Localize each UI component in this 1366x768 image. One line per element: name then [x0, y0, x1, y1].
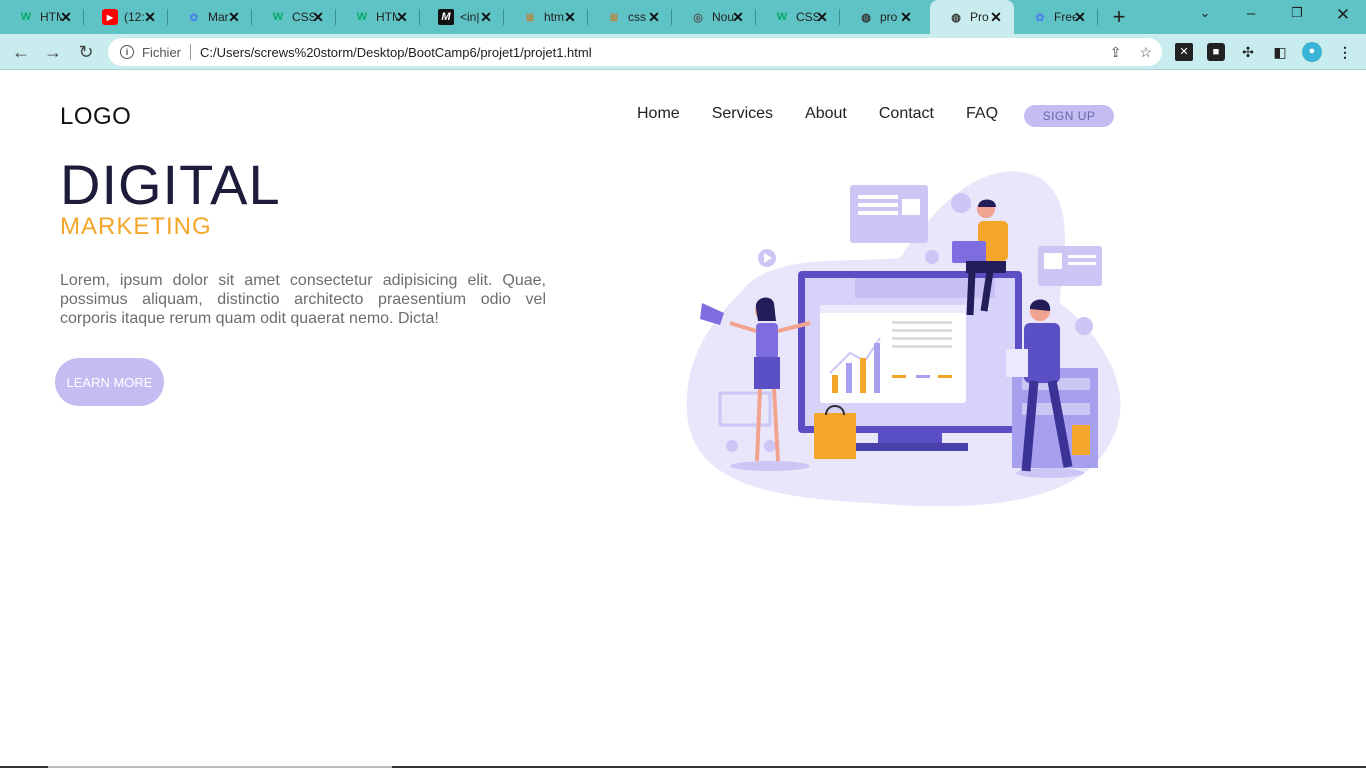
close-tab-icon[interactable]: ✕: [562, 9, 578, 25]
browser-tab[interactable]: M <in| ✕: [420, 0, 504, 34]
back-icon[interactable]: ←: [10, 41, 32, 63]
close-tab-icon[interactable]: ✕: [226, 9, 242, 25]
hero-paragraph: Lorem, ipsum dolor sit amet consectetur …: [60, 272, 546, 327]
browser-tab[interactable]: W CSS ✕: [756, 0, 840, 34]
close-tab-icon[interactable]: ✕: [988, 9, 1004, 25]
learn-more-button[interactable]: LEARN MORE: [55, 358, 164, 406]
web-page: LOGO Home Services About Contact FAQ SIG…: [0, 71, 1366, 768]
globe-blue-icon: ✿: [1035, 11, 1045, 24]
w3schools-icon: W: [272, 11, 284, 23]
puzzle-extensions-icon[interactable]: ✣: [1239, 43, 1257, 61]
tab-search-chevron-icon[interactable]: ⌄: [1193, 5, 1217, 21]
reload-icon[interactable]: ↻: [75, 41, 97, 63]
side-panel-icon[interactable]: ◧: [1271, 43, 1289, 61]
tab-strip: W HTM ✕ ▶ (12: ✕ ✿ Mar ✕ W CSS ✕ W HTM ✕…: [0, 0, 1366, 34]
close-tab-icon[interactable]: ✕: [478, 9, 494, 25]
browser-tab[interactable]: ≣ css ✕: [588, 0, 672, 34]
globe-icon: ◍: [951, 11, 961, 24]
hero-title: DIGITAL: [60, 153, 281, 216]
nav-home[interactable]: Home: [637, 105, 680, 123]
close-tab-icon[interactable]: ✕: [814, 9, 830, 25]
mdn-icon: M: [438, 9, 454, 25]
close-tab-icon[interactable]: ✕: [730, 9, 746, 25]
globe-icon: ◍: [861, 11, 871, 24]
chrome-icon: ◎: [693, 11, 703, 24]
globe-blue-icon: ✿: [189, 11, 199, 24]
main-nav: Home Services About Contact FAQ: [637, 105, 1030, 123]
new-tab-icon[interactable]: +: [1108, 6, 1130, 28]
close-tab-icon[interactable]: ✕: [58, 9, 74, 25]
minimize-icon[interactable]: –: [1239, 5, 1263, 22]
restore-icon[interactable]: ❐: [1285, 5, 1309, 21]
browser-tab[interactable]: ✿ Free ✕: [1014, 0, 1098, 34]
w3schools-icon: W: [20, 11, 32, 23]
stackoverflow-icon: ≣: [525, 11, 535, 24]
bookmark-star-icon[interactable]: ☆: [1139, 44, 1152, 61]
hero-subtitle: MARKETING: [60, 213, 212, 240]
close-tab-icon[interactable]: ✕: [394, 9, 410, 25]
scheme-label: Fichier: [142, 44, 182, 60]
w3schools-icon: W: [776, 11, 788, 23]
share-icon[interactable]: ⇪: [1110, 44, 1122, 61]
browser-toolbar: ← → ↻ i Fichier C:/Users/screws%20storm/…: [0, 34, 1366, 70]
browser-tab[interactable]: W CSS ✕: [252, 0, 336, 34]
nav-contact[interactable]: Contact: [879, 105, 934, 123]
close-tab-icon[interactable]: ✕: [142, 9, 158, 25]
close-tab-icon[interactable]: ✕: [898, 9, 914, 25]
browser-tab[interactable]: ≣ htm ✕: [504, 0, 588, 34]
signup-button[interactable]: SIGN UP: [1024, 105, 1114, 127]
profile-avatar-icon[interactable]: ●: [1302, 42, 1322, 62]
extension-icon[interactable]: ■: [1207, 43, 1225, 61]
w3schools-icon: W: [356, 11, 368, 23]
close-tab-icon[interactable]: ✕: [646, 9, 662, 25]
browser-tab[interactable]: W HTM ✕: [0, 0, 84, 34]
info-icon[interactable]: i: [120, 45, 134, 59]
close-tab-icon[interactable]: ✕: [1072, 9, 1088, 25]
nav-services[interactable]: Services: [712, 105, 773, 123]
browser-tab[interactable]: W HTM ✕: [336, 0, 420, 34]
forward-icon[interactable]: →: [42, 41, 64, 63]
close-tab-icon[interactable]: ✕: [310, 9, 326, 25]
browser-tab[interactable]: ◍ pro ✕: [840, 0, 924, 34]
extension-icon[interactable]: ✕: [1175, 43, 1193, 61]
browser-tab-active[interactable]: ◍ Pro ✕: [930, 0, 1014, 34]
nav-about[interactable]: About: [805, 105, 847, 123]
stackoverflow-icon: ≣: [609, 11, 619, 24]
browser-tab[interactable]: ▶ (12: ✕: [84, 0, 168, 34]
menu-kebab-icon[interactable]: ⋮: [1336, 43, 1354, 61]
digital-marketing-illustration: [686, 171, 1121, 507]
browser-tab[interactable]: ◎ Nou ✕: [672, 0, 756, 34]
address-bar[interactable]: i Fichier C:/Users/screws%20storm/Deskto…: [108, 38, 1162, 66]
site-logo[interactable]: LOGO: [60, 103, 131, 131]
close-window-icon[interactable]: ✕: [1331, 5, 1355, 25]
youtube-icon: ▶: [102, 9, 118, 25]
browser-tab[interactable]: ✿ Mar ✕: [168, 0, 252, 34]
url-text[interactable]: C:/Users/screws%20storm/Desktop/BootCamp…: [200, 45, 592, 60]
nav-faq[interactable]: FAQ: [966, 105, 998, 123]
